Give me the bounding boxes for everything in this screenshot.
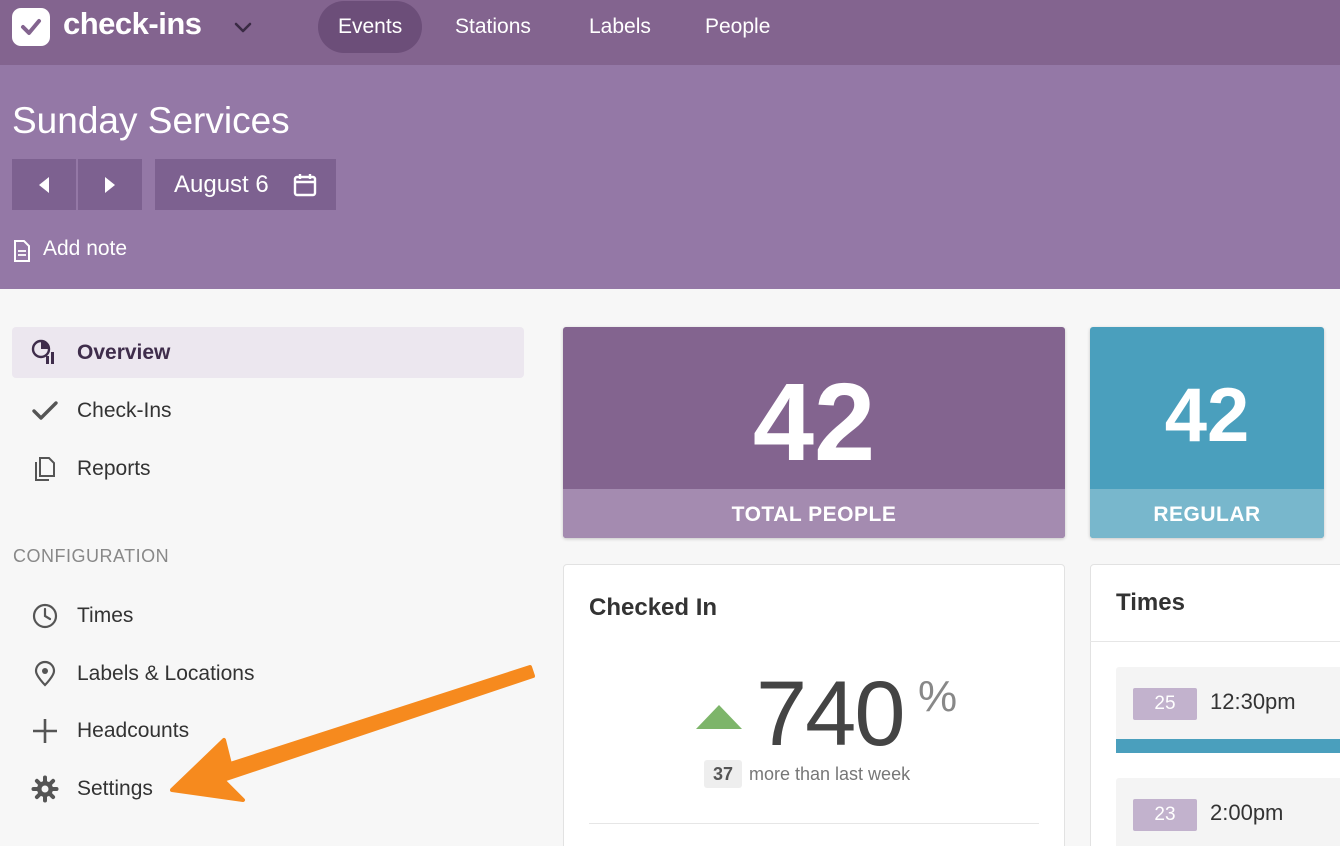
check-icon — [21, 19, 41, 35]
time-label: 2:00pm — [1210, 800, 1284, 825]
configuration-heading: CONFIGURATION — [13, 546, 170, 566]
times-divider — [1090, 641, 1340, 642]
chart-icon — [31, 339, 54, 364]
sidebar-item-reports[interactable]: Reports — [12, 443, 524, 494]
trend-up-icon — [696, 705, 742, 729]
add-note-label: Add note — [43, 237, 128, 260]
nav-tab-labels[interactable]: Labels — [569, 1, 671, 53]
nav-tab-people[interactable]: People — [685, 1, 790, 53]
plus-icon — [33, 719, 57, 743]
time-row[interactable]: 25 12:30pm — [1116, 667, 1340, 753]
weekly-diff-text: more than last week — [749, 764, 911, 784]
check-icon — [32, 401, 58, 420]
times-title: Times — [1116, 589, 1185, 616]
calendar-icon — [293, 174, 317, 197]
time-count-badge: 25 — [1133, 688, 1197, 720]
clock-icon — [32, 603, 58, 629]
page-title: Sunday Services — [12, 100, 290, 141]
card-divider — [589, 823, 1039, 824]
sidebar-item-headcounts[interactable]: Headcounts — [12, 705, 524, 756]
total-people-label: TOTAL PEOPLE — [563, 489, 1065, 538]
sidebar-item-label: Headcounts — [77, 719, 190, 742]
document-icon — [14, 240, 30, 262]
sidebar-item-label: Times — [77, 604, 134, 627]
caret-right-icon — [105, 177, 115, 193]
time-fill-bar — [1116, 739, 1340, 753]
previous-date-button[interactable] — [12, 159, 76, 210]
regular-label: REGULAR — [1090, 489, 1324, 538]
documents-icon — [35, 457, 55, 481]
nav-tab-events[interactable]: Events — [318, 1, 423, 53]
regular-card[interactable]: 42 REGULAR — [1090, 327, 1324, 538]
sidebar-item-settings[interactable]: Settings — [12, 763, 524, 814]
gear-icon — [31, 775, 59, 803]
chevron-down-icon[interactable] — [232, 16, 254, 38]
sidebar-item-label: Settings — [77, 777, 153, 800]
date-label: August 6 — [174, 171, 269, 198]
date-picker-button[interactable]: August 6 — [155, 159, 336, 210]
time-row[interactable]: 23 2:00pm — [1116, 778, 1340, 846]
checked-in-title: Checked In — [589, 594, 718, 621]
total-people-card[interactable]: 42 TOTAL PEOPLE — [563, 327, 1065, 538]
sidebar-item-labels-locations[interactable]: Labels & Locations — [12, 648, 524, 699]
sidebar-item-times[interactable]: Times — [12, 590, 524, 641]
regular-value: 42 — [1164, 373, 1250, 458]
app-logo[interactable] — [12, 8, 50, 46]
caret-left-icon — [39, 177, 49, 193]
next-date-button[interactable] — [78, 159, 142, 210]
sidebar-item-label: Overview — [77, 341, 171, 364]
app-name[interactable]: check-ins — [63, 6, 202, 42]
sidebar-item-check-ins[interactable]: Check-Ins — [12, 385, 524, 436]
time-label: 12:30pm — [1210, 689, 1296, 714]
nav-tab-stations[interactable]: Stations — [435, 1, 551, 53]
page-header: Sunday Services August 6 Add note — [0, 65, 1340, 289]
sidebar-item-label: Check-Ins — [77, 399, 172, 422]
time-count-badge: 23 — [1133, 799, 1197, 831]
sidebar-item-label: Labels & Locations — [77, 662, 255, 685]
checked-in-percent: 740 — [756, 663, 905, 765]
total-people-value: 42 — [752, 361, 876, 484]
sidebar-item-overview[interactable]: Overview — [12, 327, 524, 378]
top-nav-bar: check-ins Events Stations Labels People — [0, 0, 1340, 65]
percent-sign: % — [918, 672, 958, 721]
location-pin-icon — [34, 660, 56, 687]
sidebar-item-label: Reports — [77, 457, 151, 480]
weekly-diff-badge: 37 — [704, 760, 742, 788]
